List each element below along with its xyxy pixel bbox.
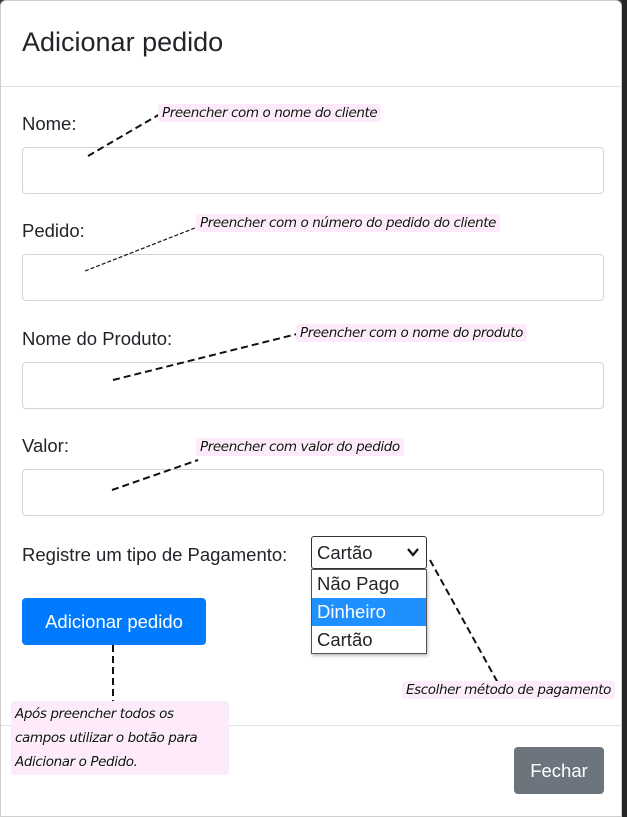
payment-select[interactable]: Cartão xyxy=(311,536,427,569)
product-name-input[interactable] xyxy=(22,362,604,409)
payment-select-value: Cartão xyxy=(317,542,373,563)
chevron-down-icon xyxy=(407,548,419,557)
annotation-payment: Escolher método de pagamento xyxy=(402,681,616,699)
value-label: Valor: xyxy=(22,435,69,456)
product-name-label: Nome do Produto: xyxy=(22,328,173,349)
order-input[interactable] xyxy=(22,254,604,301)
name-input[interactable] xyxy=(22,147,604,194)
order-label: Pedido: xyxy=(22,220,85,241)
payment-dropdown: Não Pago Dinheiro Cartão xyxy=(311,569,427,654)
annotation-name: Preencher com o nome do cliente xyxy=(158,104,382,122)
modal-header: Adicionar pedido xyxy=(1,1,621,87)
background-strip xyxy=(622,0,627,817)
name-label: Nome: xyxy=(22,113,77,134)
annotation-order: Preencher com o número do pedido do clie… xyxy=(196,214,501,232)
annotation-add-button: Após preencher todos os campos utilizar … xyxy=(11,701,229,775)
modal-title: Adicionar pedido xyxy=(22,27,224,57)
value-input[interactable] xyxy=(22,469,604,516)
payment-option-nao-pago[interactable]: Não Pago xyxy=(312,570,426,598)
annotation-value: Preencher com valor do pedido xyxy=(196,438,404,456)
annotation-product: Preencher com o nome do produto xyxy=(296,324,527,342)
add-order-button[interactable]: Adicionar pedido xyxy=(22,598,206,645)
payment-option-dinheiro[interactable]: Dinheiro xyxy=(312,598,426,626)
close-button[interactable]: Fechar xyxy=(514,747,604,794)
payment-option-cartao[interactable]: Cartão xyxy=(312,626,426,654)
payment-label: Registre um tipo de Pagamento: xyxy=(22,544,288,565)
